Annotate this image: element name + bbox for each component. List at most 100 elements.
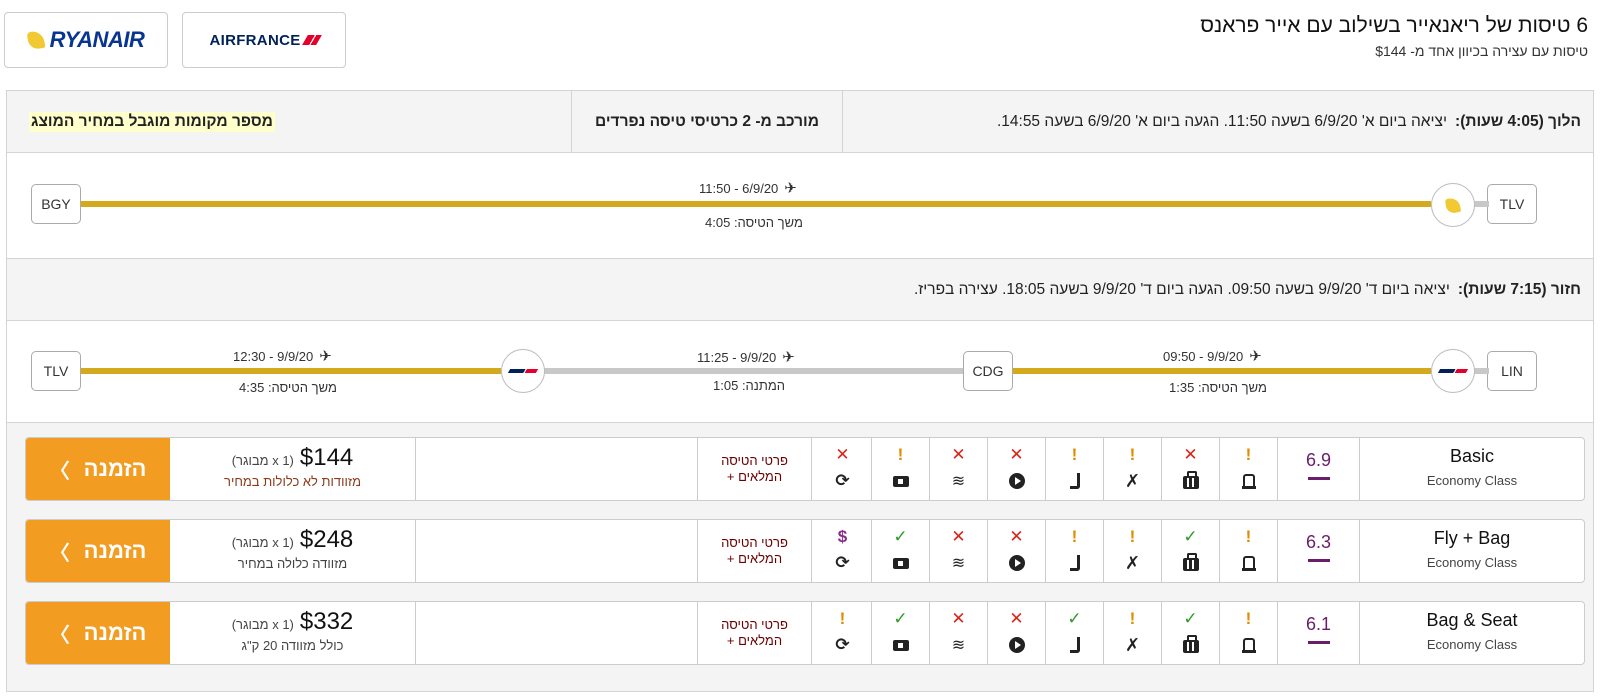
- leg1-duration-label: משך הטיסה: 1:35: [1169, 380, 1267, 395]
- return-timeline: LIN CDG TLV ✈ 9/9/20 - 09:50 משך הטיסה: 1…: [7, 321, 1593, 423]
- feature-power: !: [872, 438, 930, 500]
- feature-icon-wrap: ≋: [930, 632, 987, 658]
- fare-score: 6.1: [1305, 614, 1332, 634]
- feature-icon-wrap: [1046, 468, 1103, 494]
- price-value: $332: [299, 608, 354, 635]
- meal-icon: ✗: [1124, 470, 1141, 491]
- baggage-icon: [1182, 635, 1199, 653]
- stop-time: 9/9/20 - 11:25: [697, 350, 777, 365]
- change-flight-icon: ⟳: [835, 553, 850, 572]
- status-warn-icon: !: [1129, 527, 1136, 546]
- feature-icon-wrap: [1162, 468, 1219, 494]
- feature-baggage: ✓: [1162, 520, 1220, 582]
- score-bar: [1307, 559, 1330, 562]
- feature-icon-wrap: ⟳: [814, 550, 871, 576]
- return-label: חזור (7:15 שעות):: [1457, 281, 1581, 298]
- baggage-note: כולל מזוודה 20 ק"ג: [241, 638, 344, 653]
- fare-class-sub: Economy Class: [1426, 555, 1518, 570]
- layover-value: 1:05: [713, 378, 739, 393]
- feature-change-flight: $ ⟳: [814, 520, 872, 582]
- feature-icon-wrap: ≋: [930, 468, 987, 494]
- change-flight-icon: ⟳: [835, 635, 850, 654]
- change-flight-icon: ⟳: [835, 471, 850, 490]
- ryanair-logo-text: RYANAIR: [49, 27, 145, 52]
- book-button[interactable]: הזמנה 〉: [26, 438, 170, 500]
- airport-return-origin: LIN: [1487, 351, 1537, 391]
- status-cross-icon: ✕: [1009, 609, 1024, 628]
- status-warn-icon: !: [1245, 527, 1252, 546]
- class-cell: Basic Economy Class: [1360, 438, 1584, 500]
- airport-origin: TLV: [1487, 184, 1537, 224]
- score-cell: 6.9: [1278, 438, 1360, 500]
- feature-meal: ! ✗: [1104, 520, 1162, 582]
- book-label: הזמנה: [83, 538, 147, 563]
- ryanair-harp-icon: [26, 29, 46, 51]
- book-button[interactable]: הזמנה 〉: [26, 602, 170, 664]
- feature-icon-wrap: ✗: [1104, 550, 1161, 576]
- status-check-icon: ✓: [893, 609, 908, 628]
- status-cross-icon: ✕: [835, 445, 850, 464]
- feature-seat: !: [1220, 520, 1278, 582]
- leg1-time-label: ✈ 9/9/20 - 09:50: [1163, 347, 1262, 365]
- feature-icon-wrap: [1220, 632, 1277, 658]
- status-check-icon: ✓: [1067, 609, 1082, 628]
- full-details-link[interactable]: פרטי הטיסה המלאים +: [698, 520, 812, 582]
- spacer-cell: [416, 602, 698, 664]
- fare-class-name: Basic: [1449, 446, 1494, 466]
- score-cell: 6.1: [1278, 602, 1360, 664]
- fare-class-name: Bag & Seat: [1426, 610, 1518, 630]
- feature-icon-wrap: ✗: [1104, 632, 1161, 658]
- status-cross-icon: ✕: [951, 527, 966, 546]
- score-bar: [1307, 477, 1330, 480]
- return-summary: חזור (7:15 שעות): יציאה ביום ד' 9/9/20 ב…: [7, 259, 1593, 321]
- outbound-label: הלוך (4:05 שעות):: [1455, 113, 1581, 130]
- feature-icon-wrap: ⟳: [814, 468, 871, 494]
- fare-row-basic: הזמנה 〉 $144 (1 x מבוגר) מזוודות לא כלולות…: [25, 437, 1585, 501]
- full-details-link[interactable]: פרטי הטיסה המלאים +: [698, 602, 812, 664]
- book-label: הזמנה: [83, 620, 147, 645]
- page-title: 6 טיסות של ריאנאייר בשילוב עם אייר פראנס: [1200, 14, 1588, 37]
- status-cross-icon: ✕: [1009, 445, 1024, 464]
- seats-note-cell: מספר מקומות מוגבל במחיר המוצג: [7, 91, 297, 153]
- airfrance-stripes-icon: [507, 369, 539, 373]
- fare-score: 6.3: [1305, 532, 1332, 552]
- status-warn-icon: !: [1071, 527, 1078, 546]
- price-unit: (1 x מבוגר): [231, 617, 294, 632]
- feature-power: ✓: [872, 520, 930, 582]
- tickets-note: מורכב מ- 2 כרטיסי טיסה נפרדים: [571, 91, 843, 153]
- feature-icon-wrap: [872, 632, 929, 658]
- price-unit: (1 x מבוגר): [231, 453, 294, 468]
- book-label: הזמנה: [83, 456, 147, 481]
- plane-takeoff-icon: ✈: [1249, 348, 1262, 365]
- feature-entertainment: ✕: [988, 602, 1046, 664]
- feature-legroom: !: [1046, 438, 1104, 500]
- status-warn-icon: !: [839, 609, 846, 628]
- feature-seat: !: [1220, 438, 1278, 500]
- airfrance-logo-text: AIRFRANCE: [209, 31, 301, 49]
- baggage-note: מזוודות לא כלולות במחיר: [224, 474, 361, 489]
- price-line: $144 (1 x מבוגר): [170, 444, 415, 472]
- feature-icon-wrap: [988, 468, 1045, 494]
- plane-takeoff-icon: ✈: [319, 348, 332, 365]
- status-warn-icon: !: [1129, 445, 1136, 464]
- seat-icon: [1241, 638, 1256, 653]
- book-button[interactable]: הזמנה 〉: [26, 520, 170, 582]
- status-cross-icon: ✕: [951, 445, 966, 464]
- entertainment-icon: [1008, 473, 1025, 489]
- duration-value: 4:05: [705, 215, 731, 230]
- class-cell: Fly + Bag Economy Class: [1360, 520, 1584, 582]
- full-details-link[interactable]: פרטי הטיסה המלאים +: [698, 438, 812, 500]
- feature-baggage: ✕: [1162, 438, 1220, 500]
- feature-change-flight: ! ⟳: [814, 602, 872, 664]
- duration-value: 1:35: [1169, 380, 1195, 395]
- meal-icon: ✗: [1124, 552, 1141, 573]
- baggage-icon: [1182, 471, 1199, 489]
- route-line-leg2: [81, 368, 501, 374]
- flight-time: 6/9/20 - 11:50: [699, 181, 779, 196]
- baggage-note: מזוודה כלולה במחיר: [237, 556, 348, 571]
- feature-seat: !: [1220, 602, 1278, 664]
- feature-icon-wrap: [1046, 632, 1103, 658]
- duration-caption: משך הטיסה:: [267, 380, 337, 395]
- duration-caption: משך הטיסה:: [733, 215, 803, 230]
- fare-row-bag-seat: הזמנה 〉 $332 (1 x מבוגר) כולל מזוודה 20 ק"…: [25, 601, 1585, 665]
